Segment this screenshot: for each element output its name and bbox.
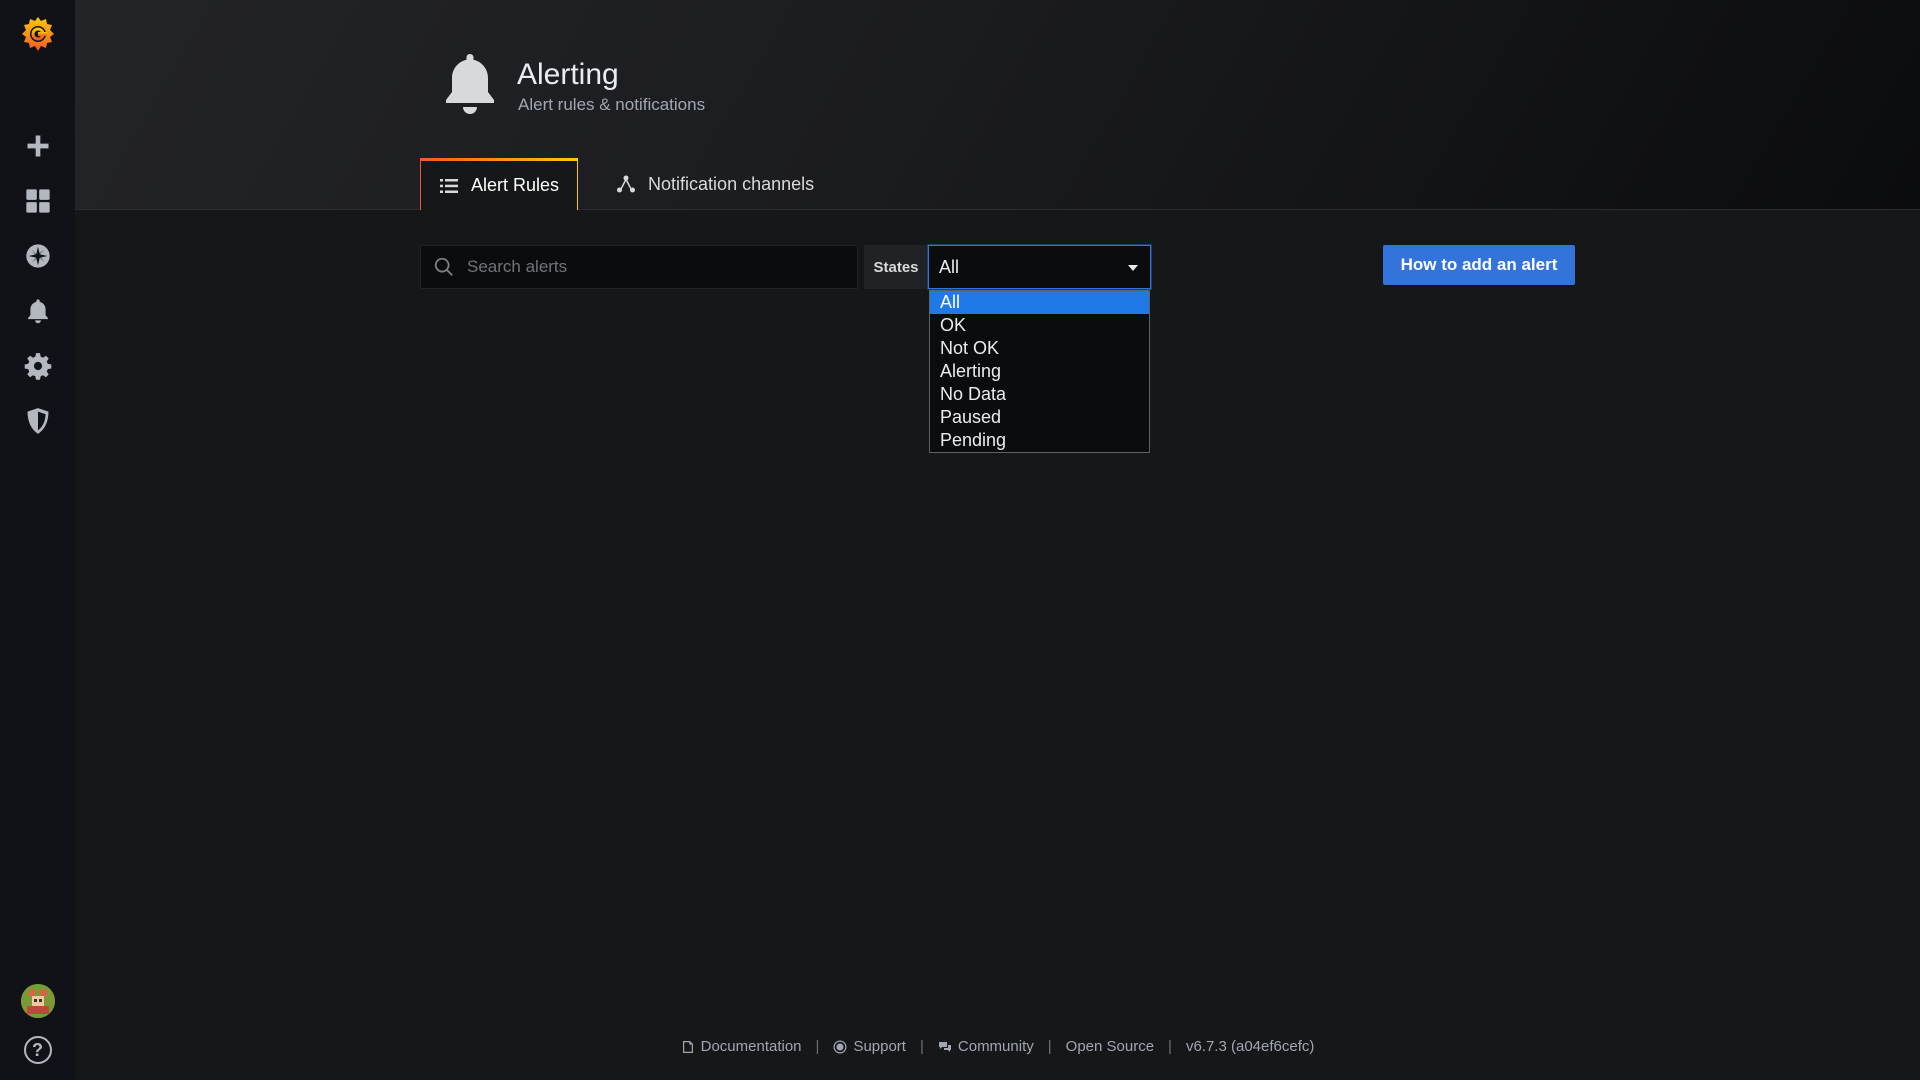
version-link[interactable]: v6.7.3 (a04ef6cefc) [1186,1038,1314,1055]
support-label: Support [853,1038,906,1055]
page-title: Alerting [517,58,619,91]
page-header: Alerting Alert rules & notifications Ale… [75,0,1920,211]
search-input[interactable] [467,257,847,277]
comments-icon [938,1041,951,1052]
states-select[interactable]: All [928,245,1151,289]
create-nav-button[interactable] [0,118,75,173]
list-icon [440,178,458,193]
plus-icon [27,135,48,156]
search-box [420,245,858,289]
share-nodes-icon [617,175,636,193]
states-option-not-ok[interactable]: Not OK [930,337,1149,360]
caret-down-icon [1128,265,1138,271]
states-option-alerting[interactable]: Alerting [930,360,1149,383]
user-avatar[interactable] [20,984,55,1018]
bell-icon [27,298,48,323]
tab-label: Notification channels [648,173,815,194]
avatar-image-icon [20,984,55,1018]
tab-alert-rules[interactable]: Alert Rules [420,158,579,211]
states-dropdown: All OK Not OK Alerting No Data Paused Pe… [929,290,1150,453]
grid-icon [25,188,50,213]
states-selected-value: All [939,256,960,277]
document-icon [682,1040,693,1053]
footer-separator: | [1047,1038,1052,1055]
configuration-nav-button[interactable] [0,338,75,393]
gear-icon [24,352,51,380]
tab-label: Alert Rules [471,175,560,195]
tab-notification-channels[interactable]: Notification channels [598,158,832,210]
bell-icon [446,54,494,114]
explore-nav-button[interactable] [0,228,75,283]
community-label: Community [957,1038,1034,1055]
footer: Documentation | Support | Community | Op… [75,1038,1920,1055]
support-link[interactable]: Support [833,1038,906,1055]
compass-icon [25,243,50,268]
how-to-add-alert-button[interactable]: How to add an alert [1383,245,1575,285]
alerting-nav-button[interactable] [0,283,75,338]
server-admin-nav-button[interactable] [0,393,75,448]
grafana-logo-icon[interactable] [18,14,58,54]
shield-icon [27,407,48,434]
page-tabs: Alert Rules Notification channels [420,158,832,211]
community-link[interactable]: Community [938,1038,1034,1055]
states-option-pending[interactable]: Pending [930,429,1149,452]
states-option-ok[interactable]: OK [930,314,1149,337]
open-source-link[interactable]: Open Source [1066,1038,1154,1055]
states-option-paused[interactable]: Paused [930,406,1149,429]
open-source-label: Open Source [1065,1038,1155,1055]
states-label: States [864,245,928,289]
footer-separator: | [919,1038,924,1055]
sidebar: ? [0,0,75,1080]
documentation-link[interactable]: Documentation [681,1038,802,1055]
states-option-no-data[interactable]: No Data [930,383,1149,406]
page-subtitle: Alert rules & notifications [518,95,706,114]
documentation-label: Documentation [700,1038,802,1055]
dashboards-nav-button[interactable] [0,173,75,228]
lifebuoy-icon [833,1040,847,1053]
help-button[interactable]: ? [23,1036,52,1064]
footer-separator: | [815,1038,820,1055]
states-option-all[interactable]: All [930,291,1149,314]
footer-separator: | [1168,1038,1172,1055]
help-icon: ? [32,1039,43,1060]
search-icon [434,257,453,276]
version-label: v6.7.3 (a04ef6cefc) [1185,1038,1315,1055]
